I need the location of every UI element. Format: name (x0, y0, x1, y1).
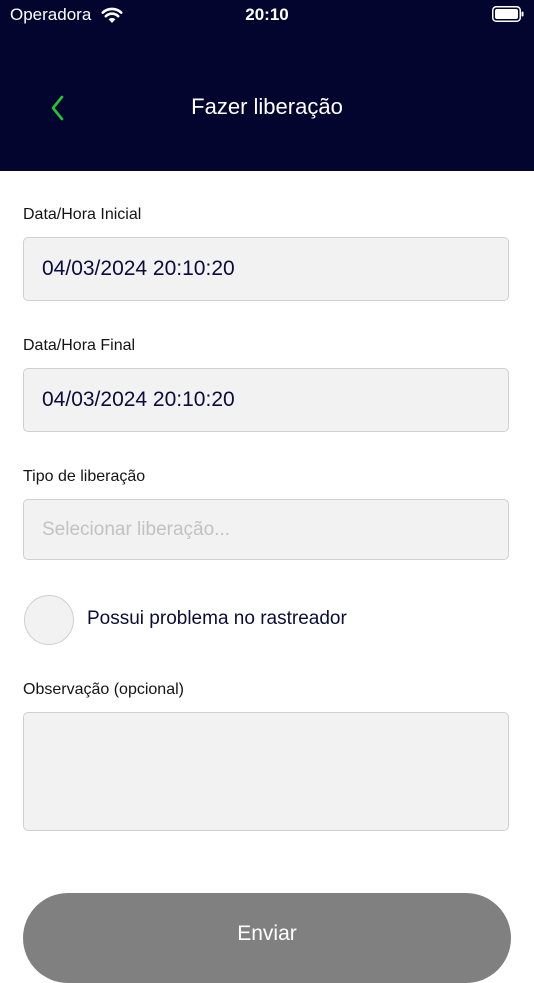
end-datetime-field[interactable]: 04/03/2024 20:10:20 (23, 368, 509, 432)
start-datetime-value: 04/03/2024 20:10:20 (42, 257, 235, 280)
submit-label: Enviar (237, 922, 297, 945)
submit-button[interactable]: Enviar (23, 893, 511, 983)
status-bar: Operadora 20:10 (0, 0, 534, 32)
tracker-problem-radio[interactable] (24, 595, 74, 645)
release-type-label: Tipo de liberação (23, 468, 146, 485)
header: Operadora 20:10 Fazer liberação (0, 0, 534, 171)
start-datetime-field[interactable]: 04/03/2024 20:10:20 (23, 237, 509, 301)
release-type-placeholder: Selecionar liberação... (42, 518, 230, 540)
tracker-problem-label[interactable]: Possui problema no rastreador (87, 608, 347, 630)
battery-icon (492, 6, 524, 22)
end-datetime-value: 04/03/2024 20:10:20 (42, 388, 235, 411)
release-type-select[interactable]: Selecionar liberação... (23, 499, 509, 560)
status-time: 20:10 (245, 5, 289, 24)
end-datetime-label: Data/Hora Final (23, 337, 136, 354)
start-datetime-label: Data/Hora Inicial (23, 206, 142, 223)
notes-label: Observação (opcional) (23, 681, 184, 698)
notes-textarea[interactable] (23, 712, 509, 831)
page-title: Fazer liberação (191, 94, 343, 119)
